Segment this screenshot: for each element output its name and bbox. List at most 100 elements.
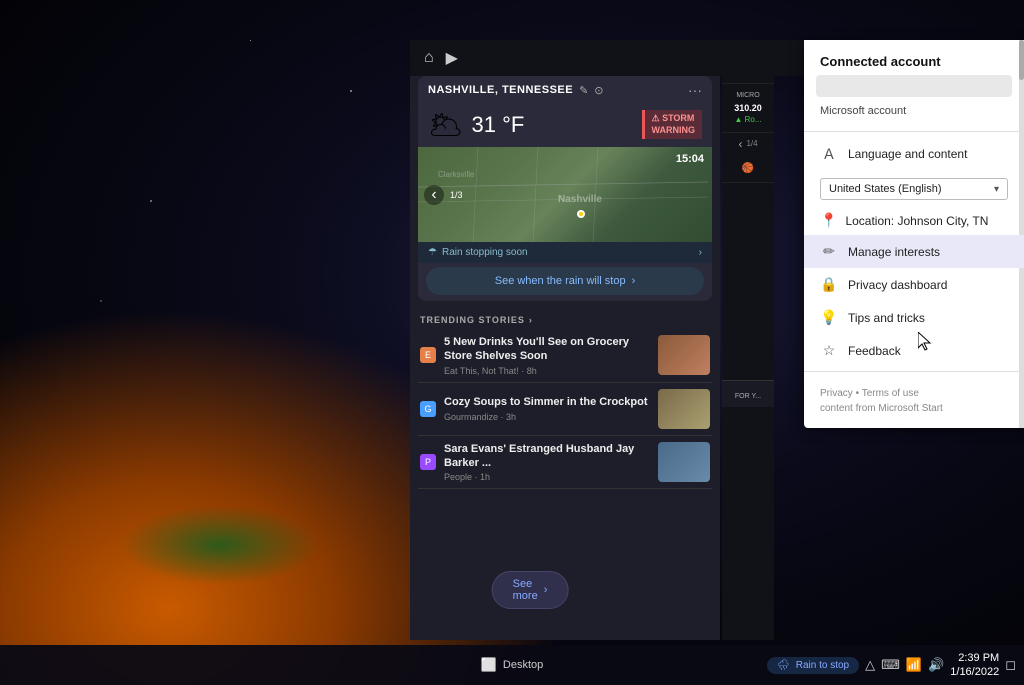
see-more-chevron-icon: › — [544, 584, 548, 596]
story-item-2[interactable]: G Cozy Soups to Simmer in the Crockpot G… — [418, 383, 712, 436]
strip-nav-left-icon[interactable]: ‹ — [738, 137, 742, 151]
rain-text: Rain stopping soon — [442, 247, 528, 258]
story-item-3[interactable]: P Sara Evans' Estranged Husband Jay Bark… — [418, 436, 712, 490]
weather-card: NASHVILLE, TENNESSEE ✎ ⊙ ··· 🌥 31 °F ⚠ S… — [418, 76, 712, 301]
strip-nav: ‹ 1/4 — [722, 133, 774, 155]
story-text-3: Sara Evans' Estranged Husband Jay Barker… — [444, 442, 650, 483]
notification-text: Rain to stop — [796, 660, 849, 671]
micro-label: MICRO — [736, 92, 759, 100]
weather-header: NASHVILLE, TENNESSEE ✎ ⊙ ··· — [418, 76, 712, 104]
micro-change: ▲ Ro... — [734, 115, 761, 124]
connected-account-panel: Connected account Microsoft account Ａ La… — [804, 40, 1024, 428]
weather-condition-icon: 🌥 — [428, 108, 464, 141]
weather-more-icon[interactable]: ··· — [688, 82, 702, 98]
story-title-2: Cozy Soups to Simmer in the Crockpot — [444, 395, 650, 409]
rain-notification[interactable]: 🌧 Rain to stop — [767, 657, 859, 674]
rain-umbrella-icon: ☂ — [428, 247, 437, 258]
home-icon[interactable]: ⌂ — [424, 49, 434, 67]
weather-location: NASHVILLE, TENNESSEE — [428, 84, 573, 96]
footer-terms-link[interactable]: Terms of use — [862, 388, 919, 399]
footer-privacy-link[interactable]: Privacy — [820, 388, 853, 399]
svg-text:Clarksville: Clarksville — [438, 170, 475, 179]
connected-account-title: Connected account — [804, 40, 1024, 75]
story-source-icon-2: G — [420, 401, 436, 417]
weather-alert: ⚠ STORM WARNING — [642, 110, 703, 139]
rain-chevron-icon: › — [699, 247, 702, 258]
weather-map[interactable]: Clarksville Nashville 15:04 ‹ 1/3 — [418, 147, 712, 242]
news-panel: NASHVILLE, TENNESSEE ✎ ⊙ ··· 🌥 31 °F ⚠ S… — [410, 40, 720, 640]
language-select[interactable]: United States (English) ▾ — [820, 178, 1008, 200]
ms-account-label: Microsoft account — [804, 101, 1024, 127]
weather-map-pages: 1/3 — [450, 190, 463, 200]
taskbar: ⬜ Desktop 🌧 Rain to stop △ ⌨ 📶 🔊 2:39 PM… — [0, 645, 1024, 685]
bg-foliage — [120, 505, 320, 585]
star — [350, 90, 352, 92]
story-title-1: 5 New Drinks You'll See on Grocery Store… — [444, 335, 650, 364]
see-more-label: See more — [513, 578, 538, 602]
play-icon[interactable]: ▶ — [446, 48, 458, 68]
manage-interests-item[interactable]: ✏ Manage interests — [804, 235, 1024, 268]
scrollbar-thumb[interactable] — [1019, 40, 1024, 80]
micro-value: 310.20 — [734, 103, 762, 113]
taskbar-center: ⬜ Desktop — [481, 657, 544, 673]
svg-text:Nashville: Nashville — [558, 194, 602, 205]
edit-icon[interactable]: ✎ — [579, 84, 588, 97]
feedback-icon: ☆ — [820, 342, 838, 359]
story-source-icon-3: P — [420, 454, 436, 470]
strip-stock-item[interactable]: MICRO 310.20 ▲ Ro... — [722, 84, 774, 132]
story-text-1: 5 New Drinks You'll See on Grocery Store… — [444, 335, 650, 376]
taskbar-time-value: 2:39 PM — [950, 651, 999, 665]
see-rain-chevron-icon: › — [632, 275, 636, 287]
weather-map-dot — [577, 210, 585, 218]
taskbar-date-value: 1/16/2022 — [950, 665, 999, 679]
star — [100, 300, 102, 302]
divider-1 — [804, 131, 1024, 132]
taskbar-network-icon[interactable]: 📶 — [906, 657, 922, 673]
see-more-button[interactable]: See more › — [492, 571, 569, 609]
tips-tricks-label: Tips and tricks — [848, 311, 925, 325]
weather-map-time: 15:04 — [676, 153, 704, 165]
location-row: 📍 Location: Johnson City, TN — [804, 206, 1024, 235]
taskbar-time[interactable]: 2:39 PM 1/16/2022 — [950, 651, 999, 680]
feedback-label: Feedback — [848, 344, 901, 358]
see-rain-button[interactable]: See when the rain will stop › — [426, 267, 704, 295]
weather-map-nav-icon[interactable]: ‹ — [424, 185, 444, 205]
footer-content-text: content from Microsoft Start — [820, 403, 943, 414]
info-icon[interactable]: ⊙ — [594, 84, 603, 97]
desktop-icon[interactable]: ⬜ — [481, 657, 497, 673]
language-label: Language and content — [848, 147, 967, 161]
trending-section: TRENDING STORIES › E 5 New Drinks You'll… — [418, 309, 712, 489]
taskbar-keyboard-icon[interactable]: ⌨ — [881, 657, 900, 673]
location-text: Location: Johnson City, TN — [845, 214, 988, 228]
privacy-icon: 🔒 — [820, 276, 838, 293]
see-rain-label: See when the rain will stop — [495, 275, 626, 287]
story-text-2: Cozy Soups to Simmer in the Crockpot Gou… — [444, 395, 650, 421]
tips-tricks-item[interactable]: 💡 Tips and tricks — [804, 301, 1024, 334]
privacy-dashboard-item[interactable]: 🔒 Privacy dashboard — [804, 268, 1024, 301]
trending-label: TRENDING STORIES — [420, 315, 525, 325]
taskbar-right: 🌧 Rain to stop △ ⌨ 📶 🔊 2:39 PM 1/16/2022… — [767, 651, 1016, 680]
feedback-item[interactable]: ☆ Feedback — [804, 334, 1024, 367]
weather-temp: 31 °F — [472, 112, 525, 138]
right-strip: 🔥 SUGG MICRO 310.20 ▲ Ro... ‹ 1/4 🏀 — [722, 40, 774, 640]
story-meta-1: Eat This, Not That! · 8h — [444, 366, 650, 376]
desktop-label[interactable]: Desktop — [503, 659, 543, 671]
strip-nba-item[interactable]: 🏀 — [722, 155, 774, 183]
story-item-1[interactable]: E 5 New Drinks You'll See on Grocery Sto… — [418, 329, 712, 383]
taskbar-caret-icon[interactable]: △ — [865, 657, 875, 673]
action-center-icon[interactable]: ◻ — [1005, 657, 1016, 673]
story-source-icon-1: E — [420, 347, 436, 363]
nba-icon: 🏀 — [742, 163, 754, 174]
language-select-chevron-icon: ▾ — [994, 184, 999, 195]
taskbar-volume-icon[interactable]: 🔊 — [928, 657, 944, 673]
language-content-item[interactable]: Ａ Language and content — [804, 136, 1024, 172]
tips-icon: 💡 — [820, 309, 838, 326]
star — [250, 40, 251, 41]
language-dropdown-row: United States (English) ▾ — [804, 172, 1024, 206]
trending-chevron-icon[interactable]: › — [529, 315, 533, 325]
language-icon: Ａ — [820, 144, 838, 164]
story-thumb-1 — [658, 335, 710, 375]
scrollbar[interactable] — [1019, 40, 1024, 428]
divider-2 — [804, 371, 1024, 372]
for-you-label: FOR Y... — [722, 380, 774, 407]
